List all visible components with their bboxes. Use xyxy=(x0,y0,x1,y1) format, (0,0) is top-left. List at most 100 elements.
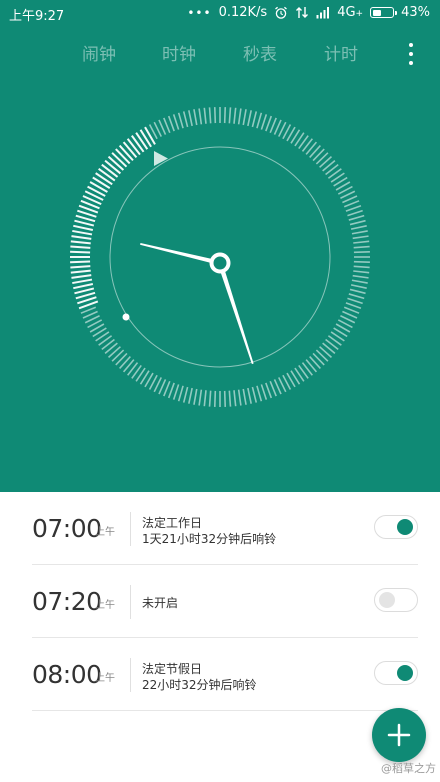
tab-stopwatch[interactable]: 秒表 xyxy=(243,40,277,65)
clock-tick xyxy=(71,274,92,279)
alarm-row[interactable]: 08:00 上午 法定节假日 22小时32分钟后响铃 xyxy=(32,638,418,711)
clock-tick xyxy=(111,152,128,168)
alarm-ampm: 上午 xyxy=(95,600,115,611)
clock-tick xyxy=(118,144,134,162)
second-dot xyxy=(122,313,130,321)
alarm-toggle[interactable] xyxy=(374,661,418,685)
clock-tick xyxy=(353,245,370,249)
clock-tick xyxy=(345,302,362,310)
alarm-ampm: 上午 xyxy=(95,673,115,684)
alarm-row[interactable]: 07:20 上午 未开启 xyxy=(32,565,418,638)
clock-tick xyxy=(172,114,180,130)
clock-tick xyxy=(353,265,370,269)
clock-tick xyxy=(251,386,258,403)
clock-tick xyxy=(126,138,141,156)
alarm-time: 07:00 xyxy=(32,514,102,543)
clock-tick xyxy=(73,224,94,231)
alarm-ampm: 上午 xyxy=(95,527,115,538)
clock-tick xyxy=(208,107,212,124)
clock-tick xyxy=(260,384,268,400)
clock-tick xyxy=(172,384,180,400)
clock-tick xyxy=(228,390,232,407)
clock-tick xyxy=(74,219,95,227)
network-type: 4G+ xyxy=(337,5,364,20)
tab-alarm[interactable]: 闹钟 xyxy=(82,40,116,65)
clock-tick xyxy=(167,115,175,132)
clock-tick xyxy=(251,111,258,128)
clock-tick xyxy=(71,235,92,240)
add-alarm-button[interactable] xyxy=(372,708,426,762)
clock-tick xyxy=(177,385,184,402)
alarm-row[interactable]: 07:00 上午 法定工作日 1天21小时32分钟后响铃 xyxy=(32,492,418,565)
clock-tick xyxy=(353,260,370,264)
alarm-clock-icon xyxy=(275,6,288,19)
clock-tick xyxy=(193,388,198,405)
alarm-divider xyxy=(130,658,131,692)
clock-tick xyxy=(260,114,268,130)
more-menu-icon[interactable] xyxy=(406,43,416,65)
clock-tick xyxy=(80,306,97,314)
clock-tick xyxy=(92,176,111,189)
clock-tick xyxy=(182,386,189,403)
clock-tick xyxy=(72,229,93,236)
clock-tick xyxy=(347,209,363,217)
clock-tick xyxy=(163,380,171,397)
clock-tick xyxy=(135,132,149,150)
clock-tick xyxy=(242,388,247,405)
hour-hand xyxy=(140,242,221,266)
clock-tick xyxy=(188,387,193,404)
clock-tick xyxy=(247,387,252,404)
clock-tick xyxy=(188,110,193,127)
net-speed: 0.12K/s xyxy=(218,5,268,20)
alarm-toggle[interactable] xyxy=(374,515,418,539)
clock-tick xyxy=(349,219,366,226)
clock-tick xyxy=(104,159,122,175)
clock-tick xyxy=(350,225,367,230)
clock-tick xyxy=(237,108,242,125)
signal-icon xyxy=(316,7,330,19)
alarm-repeat-label: 法定节假日 xyxy=(142,662,203,676)
alarm-repeat-label: 法定工作日 xyxy=(142,516,203,530)
alarm-time: 08:00 xyxy=(32,660,102,689)
clock-tick xyxy=(203,390,207,407)
clock-tick xyxy=(203,107,207,124)
clock-tick xyxy=(144,126,156,145)
clock-tick xyxy=(198,108,203,125)
clock-tick xyxy=(352,274,369,279)
clock-tick xyxy=(247,110,252,127)
clock-tick xyxy=(73,283,94,290)
clock-tick xyxy=(256,385,263,402)
alarm-toggle[interactable] xyxy=(374,588,418,612)
clock-tick xyxy=(269,380,277,397)
clock-tick xyxy=(237,389,242,406)
clock-tick xyxy=(70,240,91,245)
watermark: @稻草之方 xyxy=(381,762,436,775)
clock-tick xyxy=(70,269,91,274)
clock-tick xyxy=(70,250,91,254)
clock-tick xyxy=(353,240,370,244)
alarm-countdown-label: 1天21小时32分钟后响铃 xyxy=(142,532,277,546)
clock-tick xyxy=(213,390,217,407)
clock-tick xyxy=(115,148,131,165)
clock-tick xyxy=(353,250,370,254)
clock-tick xyxy=(223,390,227,407)
clock-tick xyxy=(265,382,273,399)
data-arrows-icon xyxy=(296,7,309,18)
clock-face xyxy=(70,107,370,407)
clock-tick xyxy=(265,115,273,132)
tab-clock[interactable]: 时钟 xyxy=(162,40,196,65)
alarm-list: 07:00 上午 法定工作日 1天21小时32分钟后响铃 07:20 上午 未开… xyxy=(0,492,440,711)
clock-tick xyxy=(107,155,125,171)
clock-tick xyxy=(223,107,227,124)
clock-tick xyxy=(349,288,366,295)
clock-tick xyxy=(343,200,360,208)
tab-timer[interactable]: 计时 xyxy=(324,40,358,65)
tab-bar: 闹钟 时钟 秒表 计时 xyxy=(0,40,440,68)
alarm-divider xyxy=(130,512,131,546)
clock-tick xyxy=(352,235,369,240)
clock-tick xyxy=(95,172,113,186)
status-bar: 上午9:27 ••• 0.12K/s 4G+ 43% xyxy=(0,0,440,26)
clock-tick xyxy=(348,214,365,221)
clock-tick xyxy=(193,109,198,126)
clock-tick xyxy=(72,278,93,285)
